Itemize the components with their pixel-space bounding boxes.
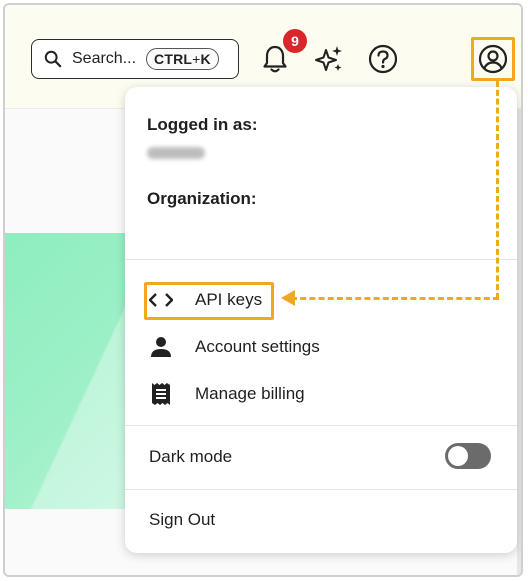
user-icon	[478, 44, 508, 74]
logged-in-label: Logged in as:	[147, 115, 258, 134]
help-button[interactable]	[367, 43, 399, 75]
divider	[125, 425, 517, 426]
menu-item-label: Manage billing	[195, 384, 305, 403]
person-icon	[149, 335, 173, 359]
dark-mode-label: Dark mode	[149, 447, 233, 466]
search-placeholder: Search...	[72, 50, 137, 67]
organization-label: Organization:	[147, 189, 257, 208]
menu-item-label: API keys	[195, 290, 263, 309]
shortcut-main: CTRL	[154, 51, 193, 67]
shortcut-hint: CTRL+K	[146, 48, 219, 70]
shortcut-key: K	[200, 51, 211, 67]
sign-out-button[interactable]: Sign Out	[149, 505, 215, 535]
app-window: Search... CTRL+K 9 Logged in as: Organiz…	[3, 3, 523, 577]
menu-item-account-settings[interactable]: Account settings	[149, 332, 320, 362]
shortcut-plus: +	[192, 51, 201, 67]
menu-item-manage-billing[interactable]: Manage billing	[149, 379, 305, 409]
blurred-username	[147, 147, 205, 159]
search-icon	[44, 50, 62, 68]
ai-assistant-button[interactable]	[313, 43, 345, 75]
menu-item-label: Account settings	[195, 337, 320, 356]
annotation-arrow-vertical	[496, 81, 499, 299]
dark-mode-toggle[interactable]	[445, 443, 491, 469]
annotation-arrow-head	[281, 290, 295, 306]
receipt-icon	[149, 382, 173, 406]
notification-badge: 9	[283, 29, 307, 53]
annotation-arrow-horizontal	[291, 297, 499, 300]
scrollbar[interactable]	[517, 109, 521, 575]
menu-item-api-keys[interactable]: API keys	[149, 285, 262, 315]
code-icon	[149, 288, 173, 312]
profile-button-highlight[interactable]	[471, 37, 515, 81]
profile-dropdown-menu: Logged in as: Organization: API keys Acc…	[125, 87, 517, 553]
search-button[interactable]: Search... CTRL+K	[31, 39, 239, 79]
toggle-knob	[448, 446, 468, 466]
help-icon	[368, 44, 398, 74]
sparkle-icon	[315, 46, 342, 71]
divider	[125, 259, 517, 260]
divider	[125, 489, 517, 490]
